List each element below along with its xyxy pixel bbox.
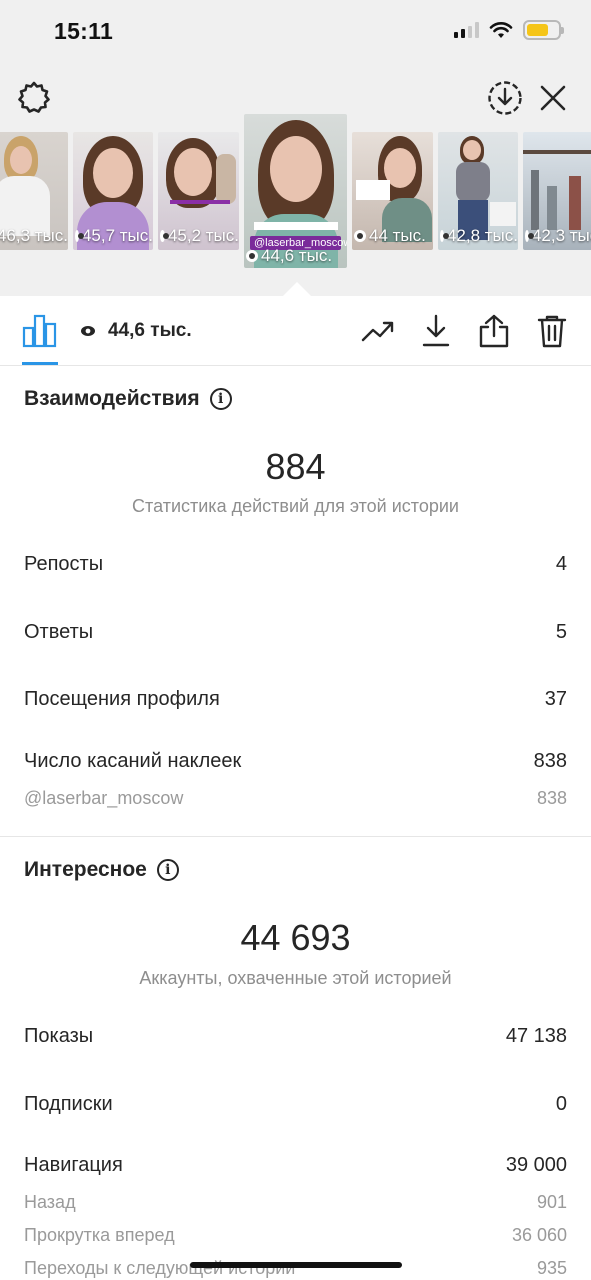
- thumbnail-views: 46,3 тыс.: [0, 226, 68, 245]
- stat-value: 935: [536, 1258, 567, 1278]
- story-thumbnail[interactable]: 42,3 тыс.: [523, 132, 591, 250]
- stat-row-navigation: Навигация 39 000: [24, 1154, 567, 1177]
- stat-value: 901: [536, 1192, 567, 1212]
- stat-row-replies: Ответы 5: [24, 621, 567, 644]
- insights-tab[interactable]: [22, 314, 58, 348]
- stat-label: Показы: [24, 1025, 94, 1047]
- stat-subrow-back: Назад 901: [24, 1192, 567, 1213]
- eye-icon: [354, 230, 366, 242]
- trash-icon: [537, 315, 567, 348]
- battery-icon: [523, 20, 564, 40]
- signal-icon: [454, 22, 479, 38]
- trend-up-icon: [361, 321, 394, 342]
- save-story-button[interactable]: [485, 78, 525, 118]
- status-indicators: [454, 20, 564, 40]
- stat-value: 47 138: [505, 1025, 567, 1047]
- story-thumbnail[interactable]: 46,3 тыс.: [0, 132, 68, 250]
- download-icon: [422, 314, 450, 347]
- thumbnail-views: 42,8 тыс.: [438, 226, 518, 246]
- status-bar: 15:11: [0, 0, 591, 64]
- stat-value: 5: [555, 621, 567, 643]
- stat-value: 37: [544, 688, 567, 710]
- stat-label: Подписки: [24, 1093, 113, 1115]
- info-icon[interactable]: i: [209, 388, 232, 410]
- stat-value: 39 000: [505, 1154, 567, 1176]
- interactions-total: 884: [265, 446, 326, 487]
- info-icon[interactable]: i: [156, 859, 179, 881]
- eye-icon: [75, 230, 84, 242]
- stat-label: Навигация: [24, 1154, 123, 1176]
- share-icon: [479, 314, 509, 348]
- stat-value: 838: [533, 750, 567, 772]
- story-thumbnail[interactable]: 44 тыс.: [352, 132, 433, 250]
- status-time: 15:11: [54, 18, 114, 44]
- stat-row-impressions: Показы 47 138: [24, 1025, 567, 1048]
- toolbar-actions: [361, 314, 569, 348]
- stat-label: @laserbar_moscow: [24, 788, 184, 808]
- interactions-caption: Статистика действий для этой истории: [132, 496, 459, 516]
- eye-icon: [525, 230, 534, 242]
- thumbnail-views: 45,2 тыс.: [158, 226, 239, 246]
- thumbnail-views: 45,7 тыс.: [73, 226, 153, 246]
- settings-button[interactable]: [14, 78, 54, 118]
- delete-button[interactable]: [535, 314, 569, 348]
- stat-label: Прокрутка вперед: [24, 1225, 175, 1245]
- stat-label: Назад: [24, 1192, 76, 1212]
- thumbnail-views: 44 тыс.: [352, 226, 433, 246]
- bar-chart-icon: [22, 314, 57, 348]
- share-button[interactable]: [477, 314, 511, 348]
- download-button[interactable]: [419, 314, 453, 348]
- section-divider: [0, 836, 591, 837]
- story-thumbnail[interactable]: 45,7 тыс.: [73, 132, 153, 250]
- stat-value: 838: [536, 788, 567, 808]
- stat-row-follows: Подписки 0: [24, 1093, 567, 1116]
- stat-value: 36 060: [511, 1225, 567, 1245]
- download-circle-icon: [488, 81, 522, 115]
- active-tab-indicator: [22, 362, 58, 365]
- story-thumbnail-selected[interactable]: @laserbar_moscow 44,6 тыс.: [244, 114, 347, 268]
- selected-pointer: [283, 282, 311, 296]
- stat-label: Посещения профиля: [24, 688, 220, 710]
- discovery-caption: Аккаунты, охваченные этой историей: [139, 968, 452, 988]
- stat-row-sticker-taps: Число касаний наклеек 838: [24, 750, 567, 773]
- stat-value: 0: [555, 1093, 567, 1115]
- wifi-icon: [489, 22, 513, 38]
- interactions-title: Взаимодействия i: [24, 387, 232, 411]
- thumbnail-views: 42,3 тыс.: [523, 226, 591, 246]
- gear-icon: [18, 81, 50, 113]
- eye-icon: [160, 230, 169, 242]
- stat-label: Число касаний наклеек: [24, 750, 242, 772]
- eye-icon: [81, 326, 95, 336]
- eye-icon: [246, 250, 258, 262]
- stat-row-profile-visits: Посещения профиля 37: [24, 688, 567, 711]
- thumbnail-views: 44,6 тыс.: [244, 246, 347, 266]
- stat-row-reposts: Репосты 4: [24, 553, 567, 576]
- story-thumbnail[interactable]: 42,8 тыс.: [438, 132, 518, 250]
- stat-label: Ответы: [24, 621, 94, 643]
- close-button[interactable]: [533, 78, 573, 118]
- discovery-title-text: Интересное: [24, 858, 147, 881]
- discovery-title: Интересное i: [24, 858, 179, 882]
- close-icon: [540, 85, 566, 111]
- promote-button[interactable]: [361, 314, 395, 348]
- interactions-title-text: Взаимодействия: [24, 387, 200, 410]
- eye-icon: [440, 230, 449, 242]
- story-thumbnail[interactable]: 45,2 тыс.: [158, 132, 239, 250]
- story-carousel: 46,3 тыс. 45,7 тыс. 45,2 тыс. @laserbar_…: [0, 64, 591, 296]
- stat-value: 4: [555, 553, 567, 575]
- stat-subrow-mention: @laserbar_moscow 838: [24, 788, 567, 809]
- stat-label: Репосты: [24, 553, 104, 575]
- insights-toolbar: 44,6 тыс.: [0, 296, 591, 366]
- viewers-count-value: 44,6 тыс.: [108, 320, 192, 341]
- stat-subrow-forward: Прокрутка вперед 36 060: [24, 1225, 567, 1246]
- viewers-count[interactable]: 44,6 тыс.: [80, 320, 192, 342]
- home-indicator[interactable]: [190, 1262, 402, 1268]
- discovery-total: 44 693: [240, 917, 351, 958]
